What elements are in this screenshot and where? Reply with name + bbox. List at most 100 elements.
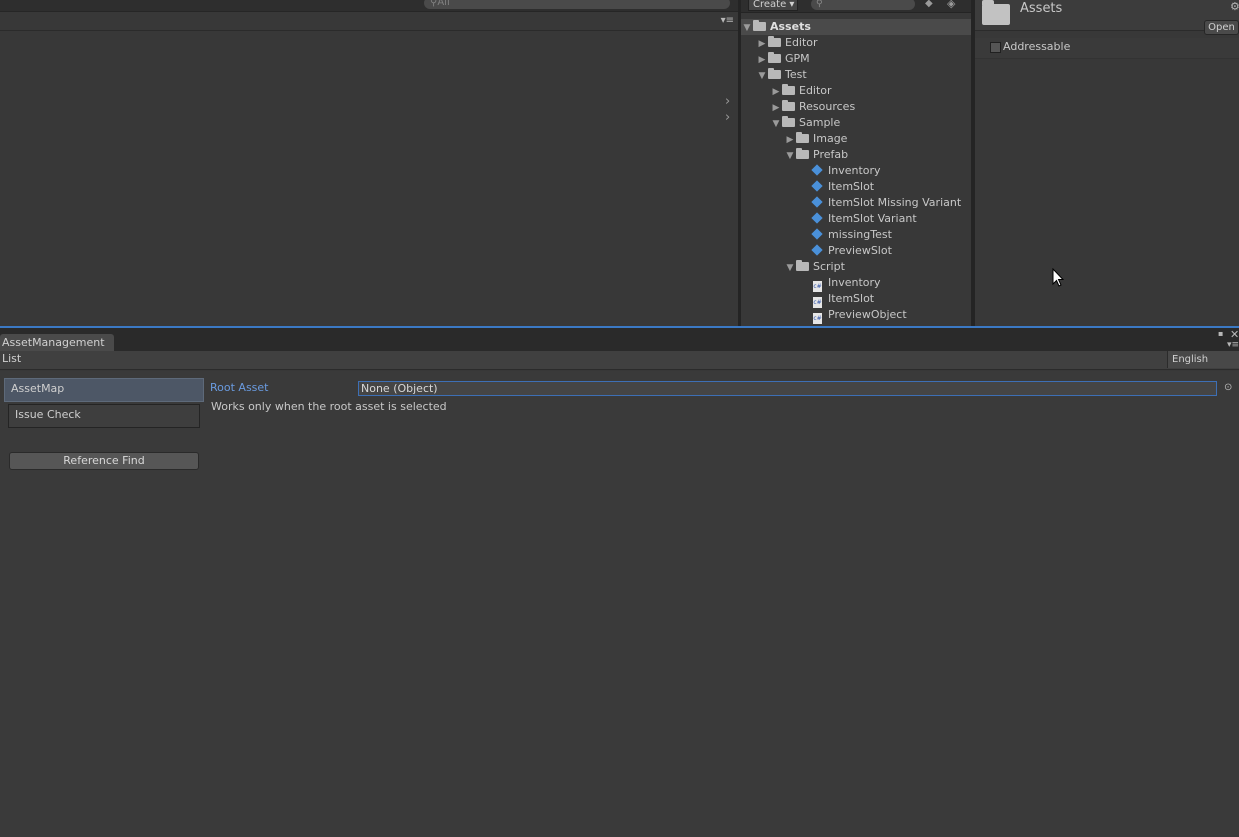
tab-assetmanagement[interactable]: AssetManagement: [0, 334, 114, 351]
window-menu-icon[interactable]: ▾≡: [1227, 340, 1239, 350]
folder-icon: [796, 132, 809, 143]
tree-item-label: Assets: [770, 20, 811, 33]
tree-folder-item[interactable]: ▶ Editor: [756, 35, 818, 51]
tree-item-label: ItemSlot: [828, 180, 875, 193]
tree-asset-item[interactable]: missingTest: [798, 227, 892, 243]
prefab-icon: [811, 228, 823, 240]
collapse-arrow-icon[interactable]: ▶: [756, 52, 768, 68]
chevron-right-icon[interactable]: ›: [725, 95, 730, 108]
collapse-arrow-icon[interactable]: ▶: [770, 100, 782, 116]
scene-menu-icon[interactable]: ▾≡: [721, 15, 734, 26]
maximize-icon[interactable]: ▪: [1218, 329, 1223, 338]
collapse-arrow-icon[interactable]: ▶: [756, 36, 768, 52]
inspector-pane: Assets ⚙ Open Addressable: [975, 0, 1239, 326]
tree-item-label: GPM: [785, 52, 810, 65]
gear-icon[interactable]: ⚙: [1230, 0, 1239, 13]
tree-asset-item[interactable]: ItemSlot: [798, 179, 874, 195]
tree-asset-item[interactable]: ItemSlot Missing Variant: [798, 195, 961, 211]
addressable-label: Addressable: [1003, 40, 1071, 53]
folder-icon: [782, 100, 795, 111]
tree-folder-item[interactable]: ▼ Test: [756, 67, 807, 83]
folder-icon: [782, 116, 795, 127]
tree-item-label: Editor: [799, 84, 832, 97]
tree-item-label: ItemSlot Variant: [828, 212, 917, 225]
open-button[interactable]: Open: [1204, 20, 1239, 35]
tree-folder-item[interactable]: ▶ Resources: [770, 99, 855, 115]
asset-management-toolbar: [0, 351, 1239, 370]
tree-folder-item[interactable]: ▼ Sample: [770, 115, 840, 131]
tree-item-label: Sample: [799, 116, 841, 129]
tree-item-label: missingTest: [828, 228, 892, 241]
inspector-title: Assets: [1020, 1, 1063, 16]
folder-icon: [782, 84, 795, 95]
tree-asset-item[interactable]: ItemSlot Variant: [798, 211, 917, 227]
list-label: List: [2, 352, 22, 365]
script-icon: c#: [813, 313, 822, 324]
asset-management-content: [0, 371, 1239, 837]
tree-folder-item[interactable]: ▼ Script: [784, 259, 845, 275]
folder-icon: [768, 68, 781, 79]
prefab-icon: [811, 196, 823, 208]
tree-folder-item[interactable]: ▼ Assets: [741, 19, 971, 35]
menu-item-issue-check[interactable]: Issue Check: [8, 404, 200, 428]
tree-item-label: Test: [785, 68, 807, 81]
help-text: Works only when the root asset is select…: [211, 400, 447, 413]
tree-folder-item[interactable]: ▶ Editor: [770, 83, 832, 99]
addressable-checkbox[interactable]: [990, 42, 1001, 53]
tree-asset-item[interactable]: c# Inventory: [798, 275, 881, 292]
tree-item-label: Script: [813, 260, 845, 273]
tree-folder-item[interactable]: ▶ GPM: [756, 51, 810, 67]
prefab-icon: [811, 212, 823, 224]
menu-item-assetmap[interactable]: AssetMap: [4, 378, 204, 402]
create-dropdown[interactable]: Create ▾: [748, 0, 798, 11]
tree-item-label: Resources: [799, 100, 856, 113]
project-pane: Create ▾ ⚲ ◆ ◈ ▼ Assets ▶ Editor ▶ GPM ▼ Test ▶ E…: [741, 0, 971, 326]
tree-item-label: Inventory: [828, 276, 881, 289]
folder-icon: [982, 0, 1010, 25]
addressable-row: Addressable: [975, 38, 1239, 59]
prefab-icon: [811, 244, 823, 256]
tree-item-label: Image: [813, 132, 848, 145]
expand-arrow-icon[interactable]: ▼: [770, 116, 782, 132]
window-tabbar: [0, 328, 1239, 351]
filter-by-type-icon[interactable]: ◆: [925, 0, 933, 9]
tree-asset-item[interactable]: c# ItemSlot: [798, 291, 875, 308]
expand-arrow-icon[interactable]: ▼: [741, 20, 753, 36]
folder-icon: [753, 20, 766, 31]
expand-arrow-icon[interactable]: ▼: [784, 148, 796, 164]
scene-pane: [0, 0, 738, 326]
folder-icon: [768, 36, 781, 47]
reference-find-button[interactable]: Reference Find: [9, 452, 199, 470]
expand-arrow-icon[interactable]: ▼: [756, 68, 768, 84]
prefab-icon: [811, 180, 823, 192]
tag-icon[interactable]: ◈: [947, 0, 955, 10]
root-asset-label: Root Asset: [210, 381, 269, 394]
object-picker-icon[interactable]: ⊙: [1224, 382, 1232, 393]
tree-item-label: Editor: [785, 36, 818, 49]
tree-folder-item[interactable]: ▼ Prefab: [784, 147, 848, 163]
tree-asset-item[interactable]: c# PreviewObject: [798, 307, 907, 324]
project-search-input[interactable]: ⚲: [811, 0, 915, 10]
folder-icon: [768, 52, 781, 63]
root-asset-field[interactable]: None (Object): [358, 381, 1217, 396]
tree-item-label: PreviewSlot: [828, 244, 892, 257]
chevron-right-icon[interactable]: ›: [725, 111, 730, 124]
prefab-icon: [811, 164, 823, 176]
tree-asset-item[interactable]: Inventory: [798, 163, 881, 179]
collapse-arrow-icon[interactable]: ▶: [784, 132, 796, 148]
scene-subbar: ▾≡: [0, 12, 738, 31]
tree-item-label: ItemSlot Missing Variant: [828, 196, 962, 209]
tree-item-label: PreviewObject: [828, 308, 907, 321]
folder-icon: [796, 260, 809, 271]
collapse-arrow-icon[interactable]: ▶: [770, 84, 782, 100]
tree-asset-item[interactable]: PreviewSlot: [798, 243, 892, 259]
inspector-header: [975, 0, 1239, 31]
expand-arrow-icon[interactable]: ▼: [784, 260, 796, 276]
tree-item-label: ItemSlot: [828, 292, 875, 305]
scene-search-input[interactable]: ⚲All: [424, 0, 730, 9]
scene-search-placeholder: All: [437, 0, 450, 8]
tree-item-label: Inventory: [828, 164, 881, 177]
mouse-cursor-icon: [1052, 268, 1064, 287]
language-select[interactable]: English: [1167, 351, 1239, 368]
tree-folder-item[interactable]: ▶ Image: [784, 131, 847, 147]
